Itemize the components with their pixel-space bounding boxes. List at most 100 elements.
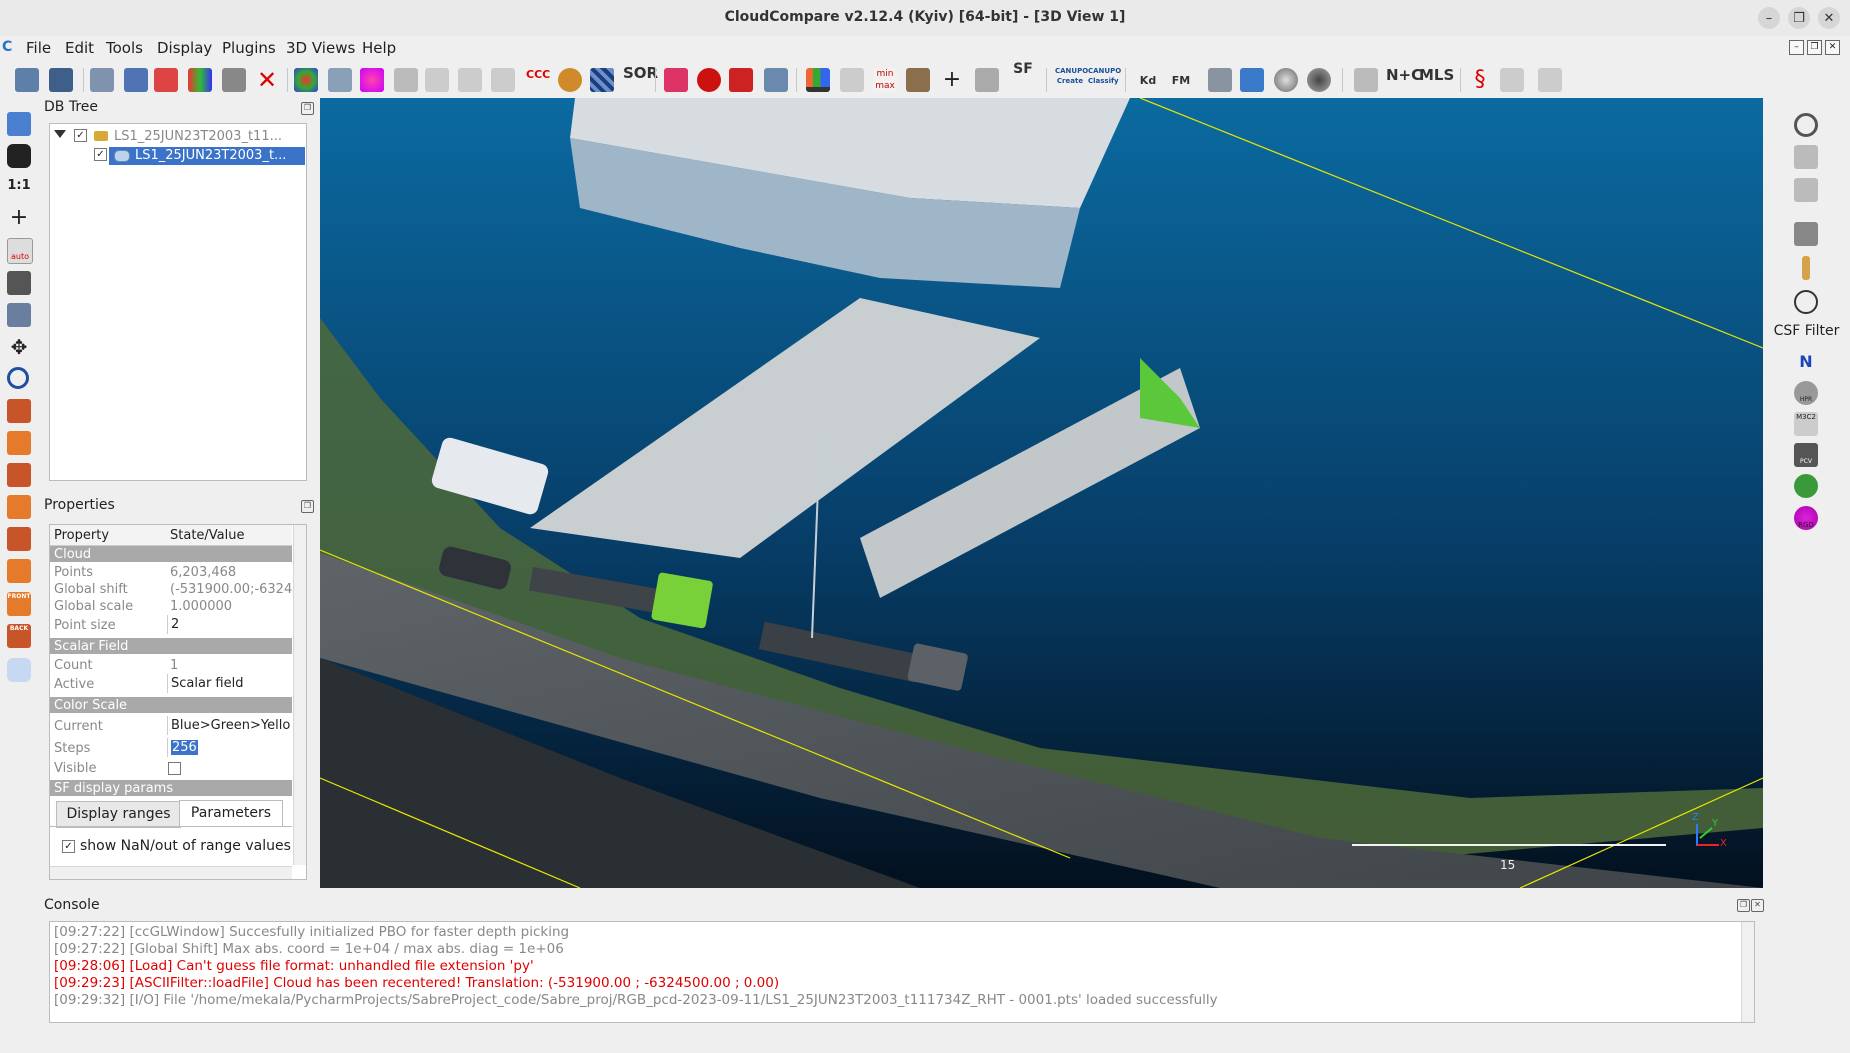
row-visible[interactable]: Visible bbox=[50, 758, 292, 778]
rgd-icon[interactable]: RGD bbox=[1794, 506, 1818, 530]
view-bottom-icon[interactable] bbox=[7, 559, 31, 583]
print-icon[interactable] bbox=[1208, 68, 1232, 92]
delete-icon[interactable]: ✕ bbox=[255, 68, 279, 92]
globe-icon[interactable] bbox=[1307, 68, 1331, 92]
menu-file[interactable]: File bbox=[26, 39, 51, 57]
expand-arrow-icon[interactable] bbox=[54, 130, 66, 138]
pivot-icon[interactable]: + bbox=[7, 206, 31, 230]
extract-icon[interactable] bbox=[1500, 68, 1524, 92]
show-nan-checkbox[interactable]: ✓ bbox=[62, 840, 75, 853]
cross-section-icon[interactable] bbox=[664, 68, 688, 92]
auto-pivot-icon[interactable]: auto bbox=[7, 238, 33, 264]
sf-filter-icon[interactable] bbox=[906, 68, 930, 92]
calculator-icon[interactable] bbox=[975, 68, 999, 92]
canupo-create-label[interactable]: CANUPO Create bbox=[1055, 66, 1088, 86]
open-icon[interactable] bbox=[15, 68, 39, 92]
sor-label[interactable]: SOR bbox=[623, 66, 658, 81]
row-point-size[interactable]: Point size 2 bbox=[50, 615, 292, 635]
add-sf-icon[interactable]: + bbox=[940, 68, 964, 92]
row-current[interactable]: Current Blue>Green>Yello bbox=[50, 716, 292, 736]
view-left-icon[interactable] bbox=[7, 463, 31, 487]
compass-icon[interactable] bbox=[1794, 290, 1818, 314]
colorize-icon[interactable] bbox=[294, 68, 318, 92]
pcv-icon[interactable]: PCV bbox=[1794, 443, 1818, 467]
row-steps[interactable]: Steps 256 bbox=[50, 738, 292, 758]
mls-label[interactable]: MLS bbox=[1419, 68, 1454, 83]
menu-edit[interactable]: Edit bbox=[65, 39, 94, 57]
sf-label[interactable]: SF bbox=[1010, 62, 1036, 76]
menu-help[interactable]: Help bbox=[362, 39, 396, 57]
ransac-sphere-icon[interactable] bbox=[1794, 474, 1818, 498]
menu-3d-views[interactable]: 3D Views bbox=[286, 39, 355, 57]
merge-icon[interactable] bbox=[188, 68, 212, 92]
normals-icon[interactable] bbox=[328, 68, 352, 92]
tree-item-checkbox[interactable]: ✓ bbox=[74, 129, 87, 142]
camera-icon[interactable] bbox=[7, 144, 31, 168]
minmax-icon[interactable]: min max bbox=[873, 68, 897, 92]
register-icon[interactable] bbox=[764, 68, 788, 92]
zoom-icon[interactable] bbox=[7, 367, 29, 389]
save-icon[interactable] bbox=[49, 68, 73, 92]
steps-spinbox[interactable]: 256 bbox=[167, 738, 293, 757]
tab-parameters[interactable]: Parameters bbox=[179, 800, 283, 827]
segment-icon[interactable] bbox=[222, 68, 246, 92]
plane-icon[interactable] bbox=[729, 68, 753, 92]
mdi-close-button[interactable]: ✕ bbox=[1825, 40, 1840, 55]
mesh-icon[interactable] bbox=[394, 68, 418, 92]
tree-item-cloud[interactable]: ✓ LS1_25JUN23T2003_t... bbox=[50, 147, 306, 165]
pan-icon[interactable]: ✥ bbox=[7, 335, 31, 359]
stereo-icon[interactable] bbox=[7, 658, 31, 682]
animation-icon[interactable] bbox=[1794, 222, 1818, 246]
console-close-button[interactable]: ✕ bbox=[1751, 899, 1764, 912]
color-scale-combobox[interactable]: Blue>Green>Yello bbox=[167, 716, 293, 735]
cloud-mesh-dist-icon[interactable] bbox=[458, 68, 482, 92]
disable-icon[interactable] bbox=[1794, 113, 1818, 137]
console-scrollbar[interactable] bbox=[1741, 922, 1754, 1022]
gradient-icon[interactable] bbox=[840, 68, 864, 92]
noise-filter-icon[interactable] bbox=[590, 68, 614, 92]
histogram-icon[interactable] bbox=[806, 68, 830, 92]
rotate-icon[interactable] bbox=[7, 271, 31, 295]
csf-filter-label[interactable]: CSF Filter bbox=[1763, 323, 1850, 339]
maximize-button[interactable]: ❐ bbox=[1788, 7, 1810, 29]
zoom-1-1-icon[interactable]: 1:1 bbox=[7, 174, 31, 198]
active-sf-combobox[interactable]: Scalar field bbox=[167, 674, 293, 693]
menu-plugins[interactable]: Plugins bbox=[222, 39, 276, 57]
translate-rotate-icon[interactable] bbox=[90, 68, 114, 92]
properties-list-icon[interactable] bbox=[124, 68, 148, 92]
m3c2-icon[interactable]: M3C2 bbox=[1794, 412, 1818, 436]
export-icon[interactable] bbox=[1538, 68, 1562, 92]
tree-item-folder[interactable]: ✓ LS1_25JUN23T2003_t11... bbox=[50, 128, 306, 146]
properties-float-button[interactable]: ❐ bbox=[301, 500, 314, 513]
menu-tools[interactable]: Tools bbox=[106, 39, 143, 57]
kd-label[interactable]: Kd bbox=[1134, 75, 1162, 86]
screen-icon[interactable] bbox=[1240, 68, 1264, 92]
properties-vertical-scrollbar[interactable] bbox=[293, 525, 306, 865]
perspective-icon[interactable] bbox=[7, 303, 31, 327]
db-tree-float-button[interactable]: ❐ bbox=[301, 102, 314, 115]
normal-n-icon[interactable]: N bbox=[1794, 350, 1818, 374]
iso-front-icon[interactable]: FRONT bbox=[7, 592, 31, 616]
ransac-icon[interactable] bbox=[558, 68, 582, 92]
view-front-icon[interactable] bbox=[7, 431, 31, 455]
nc-label[interactable]: N+C bbox=[1386, 68, 1422, 83]
plugin-icon-1[interactable] bbox=[1794, 145, 1818, 169]
fm-label[interactable]: FM bbox=[1167, 75, 1195, 86]
canupo-classify-label[interactable]: CANUPO Classify bbox=[1088, 66, 1121, 86]
point-picking-icon[interactable] bbox=[154, 68, 178, 92]
subsample-icon[interactable] bbox=[360, 68, 384, 92]
view-back-icon[interactable] bbox=[7, 495, 31, 519]
distance-icon[interactable] bbox=[425, 68, 449, 92]
menu-display[interactable]: Display bbox=[157, 39, 212, 57]
close-button[interactable]: ✕ bbox=[1818, 7, 1840, 29]
hpr-icon[interactable]: HPR bbox=[1794, 381, 1818, 405]
puzzle-icon[interactable] bbox=[1354, 68, 1378, 92]
tree-item-checkbox[interactable]: ✓ bbox=[94, 148, 107, 161]
view-right-icon[interactable] bbox=[7, 527, 31, 551]
view-top-icon[interactable] bbox=[7, 399, 31, 423]
display-icon[interactable] bbox=[7, 112, 31, 136]
align-icon[interactable] bbox=[697, 68, 721, 92]
primitive-dist-icon[interactable] bbox=[491, 68, 515, 92]
mdi-restore-button[interactable]: ❐ bbox=[1807, 40, 1822, 55]
properties-horizontal-scrollbar[interactable] bbox=[50, 866, 292, 879]
